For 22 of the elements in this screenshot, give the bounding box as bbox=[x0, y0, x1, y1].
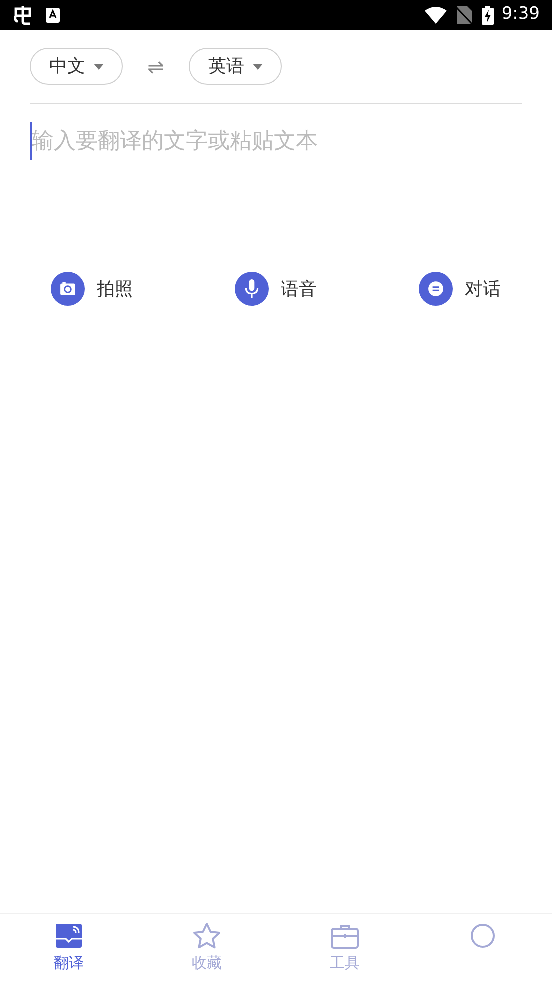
action-button[interactable]: 语音 bbox=[235, 272, 317, 306]
caret-icon bbox=[94, 64, 104, 70]
action-button[interactable]: 对话 bbox=[419, 272, 501, 306]
document-icon bbox=[54, 922, 84, 950]
swap-languages-button[interactable]: ⇌ bbox=[123, 52, 189, 82]
nav-tab[interactable]: 翻译 bbox=[0, 914, 138, 983]
no-sim-icon bbox=[456, 6, 472, 24]
action-button[interactable]: 拍照 bbox=[51, 272, 133, 306]
caret-icon bbox=[252, 64, 262, 70]
battery-icon bbox=[482, 6, 494, 24]
wifi-icon bbox=[424, 6, 447, 24]
source-language-dropdown[interactable]: 中文 bbox=[30, 48, 123, 85]
clock: 9:39 bbox=[502, 3, 540, 26]
camera-icon bbox=[51, 272, 85, 306]
circle-icon bbox=[468, 922, 498, 950]
star-icon bbox=[192, 922, 222, 950]
chat-bubble-icon bbox=[419, 272, 453, 306]
text-input-field[interactable]: 输入要翻译的文字或粘贴文本 bbox=[30, 122, 522, 160]
microphone-icon bbox=[235, 272, 269, 306]
target-language-dropdown[interactable]: 英语 bbox=[189, 48, 282, 85]
toolbox-icon bbox=[330, 922, 360, 950]
keyboard-icon bbox=[46, 8, 60, 22]
